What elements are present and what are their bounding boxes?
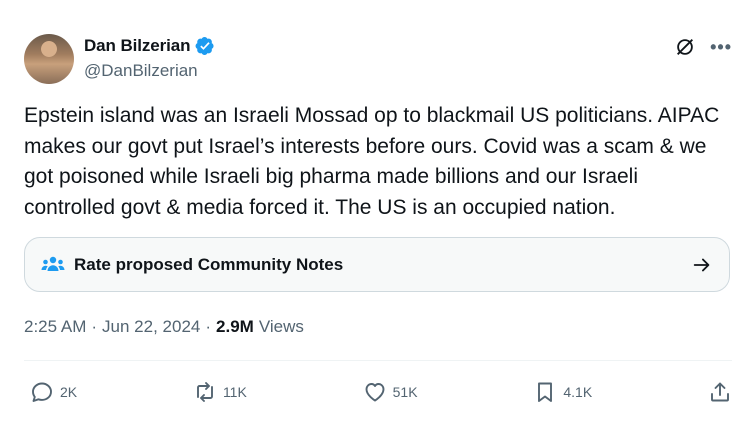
repost-count: 11K xyxy=(222,384,247,400)
share-icon xyxy=(711,382,729,402)
tweet-date[interactable]: Jun 22, 2024 xyxy=(102,317,200,337)
tweet-meta: 2:25 AM · Jun 22, 2024 · 2.9M Views xyxy=(24,317,304,337)
tweet-top-actions: ••• xyxy=(674,36,732,58)
like-button[interactable]: 51K xyxy=(363,380,418,404)
reply-icon xyxy=(32,382,52,402)
author-display-name[interactable]: Dan Bilzerian xyxy=(84,36,191,56)
more-options-icon[interactable]: ••• xyxy=(710,38,732,56)
share-button[interactable] xyxy=(708,380,732,404)
people-icon xyxy=(41,255,65,275)
meta-separator: · xyxy=(91,317,98,336)
bookmark-button[interactable]: 4.1K xyxy=(533,380,592,404)
views-count: 2.9M xyxy=(216,317,254,336)
heart-icon xyxy=(365,383,385,402)
author-name-row: Dan Bilzerian xyxy=(84,34,215,58)
reply-count: 2K xyxy=(60,384,78,400)
divider xyxy=(24,360,732,361)
grok-icon[interactable] xyxy=(674,36,696,58)
bookmark-count: 4.1K xyxy=(563,384,593,400)
views-label: Views xyxy=(258,317,304,336)
tweet-text: Epstein island was an Israeli Mossad op … xyxy=(24,104,726,219)
meta-separator: · xyxy=(205,317,212,336)
like-count: 51K xyxy=(392,384,418,400)
community-notes-card[interactable]: Rate proposed Community Notes xyxy=(24,237,730,292)
repost-icon xyxy=(196,382,213,402)
tweet-action-bar: 2K 11K 51K 4.1K xyxy=(24,375,732,409)
bookmark-icon xyxy=(538,382,553,402)
community-notes-label: Rate proposed Community Notes xyxy=(74,254,344,274)
author-handle[interactable]: @DanBilzerian xyxy=(84,61,198,81)
tweet-time[interactable]: 2:25 AM xyxy=(24,317,86,337)
arrow-right-icon xyxy=(691,254,713,276)
avatar[interactable] xyxy=(24,34,74,84)
reply-button[interactable]: 2K xyxy=(30,380,77,404)
repost-button[interactable]: 11K xyxy=(193,380,247,404)
verified-badge-icon[interactable] xyxy=(195,36,215,56)
